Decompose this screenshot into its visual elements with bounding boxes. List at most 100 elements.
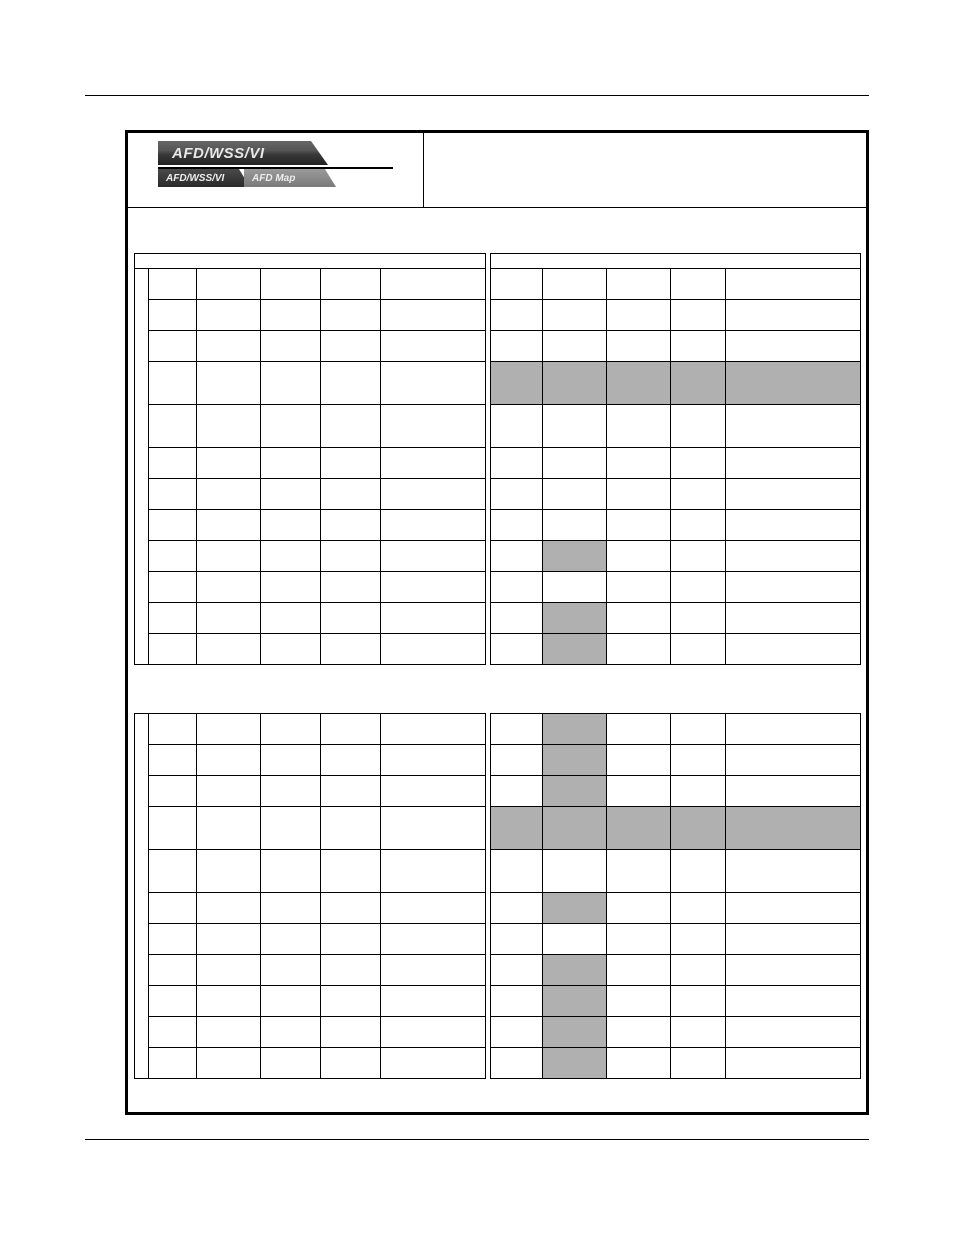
cell — [149, 362, 197, 405]
cell — [381, 893, 486, 924]
cell — [321, 479, 381, 510]
tab-afdmap[interactable]: AFD Map — [244, 169, 336, 187]
cell — [671, 850, 726, 893]
cell — [543, 634, 607, 665]
cell — [261, 714, 321, 745]
tab-afdwssvi[interactable]: AFD/WSS/VI — [158, 169, 250, 187]
cell — [261, 448, 321, 479]
cell — [543, 924, 607, 955]
cell — [149, 300, 197, 331]
cell — [381, 269, 486, 300]
cell — [149, 634, 197, 665]
cell — [543, 269, 607, 300]
cell — [261, 572, 321, 603]
cell — [491, 745, 543, 776]
cell — [607, 510, 671, 541]
cell — [491, 986, 543, 1017]
cell — [671, 448, 726, 479]
cell — [321, 510, 381, 541]
cell — [607, 1048, 671, 1079]
cell — [261, 405, 321, 448]
cell — [197, 850, 261, 893]
cell — [491, 1017, 543, 1048]
cell — [726, 510, 861, 541]
module-tab[interactable]: AFD/WSS/VI — [158, 141, 328, 165]
cell — [321, 300, 381, 331]
cell — [726, 634, 861, 665]
cell — [197, 269, 261, 300]
cell — [149, 572, 197, 603]
cell — [491, 1048, 543, 1079]
cell — [726, 1017, 861, 1048]
cell — [543, 1017, 607, 1048]
cell — [726, 448, 861, 479]
cell — [543, 1048, 607, 1079]
cell — [261, 362, 321, 405]
cell — [607, 714, 671, 745]
cell — [491, 269, 543, 300]
cell — [381, 745, 486, 776]
cell — [197, 300, 261, 331]
cell — [149, 893, 197, 924]
cell — [491, 479, 543, 510]
rule-bottom — [85, 1139, 869, 1140]
cell — [671, 807, 726, 850]
cell — [607, 986, 671, 1017]
cell — [321, 1017, 381, 1048]
cell — [149, 1048, 197, 1079]
cell — [671, 300, 726, 331]
cell — [726, 955, 861, 986]
cell — [381, 362, 486, 405]
cell — [149, 510, 197, 541]
cell — [543, 405, 607, 448]
cell — [197, 807, 261, 850]
cell — [726, 269, 861, 300]
cell — [607, 541, 671, 572]
cell — [671, 362, 726, 405]
cell — [321, 850, 381, 893]
cell — [671, 269, 726, 300]
tab-label: AFD Map — [252, 173, 295, 184]
cell — [543, 572, 607, 603]
cell — [491, 893, 543, 924]
cell — [671, 634, 726, 665]
cell — [197, 714, 261, 745]
cell — [491, 405, 543, 448]
cell — [381, 776, 486, 807]
cell — [321, 405, 381, 448]
cell — [671, 572, 726, 603]
cell — [607, 807, 671, 850]
cell — [491, 634, 543, 665]
cell — [671, 893, 726, 924]
cell — [261, 850, 321, 893]
cell — [543, 448, 607, 479]
cell — [149, 955, 197, 986]
header-spacer — [128, 208, 866, 253]
cell — [543, 714, 607, 745]
module-tab-label: AFD/WSS/VI — [172, 145, 265, 162]
cell — [261, 510, 321, 541]
cell — [491, 603, 543, 634]
cell — [726, 572, 861, 603]
cell — [543, 300, 607, 331]
grid-b — [490, 253, 861, 665]
cell — [607, 405, 671, 448]
cell — [671, 714, 726, 745]
cell — [671, 541, 726, 572]
cell — [321, 807, 381, 850]
cell — [321, 714, 381, 745]
cell — [381, 850, 486, 893]
cell — [726, 986, 861, 1017]
cell — [381, 924, 486, 955]
cell — [321, 745, 381, 776]
cell — [381, 331, 486, 362]
cell — [671, 776, 726, 807]
cell — [726, 603, 861, 634]
cell — [543, 603, 607, 634]
cell — [671, 603, 726, 634]
cell — [321, 448, 381, 479]
cell — [491, 331, 543, 362]
cell — [197, 479, 261, 510]
cell — [491, 300, 543, 331]
cell — [543, 331, 607, 362]
